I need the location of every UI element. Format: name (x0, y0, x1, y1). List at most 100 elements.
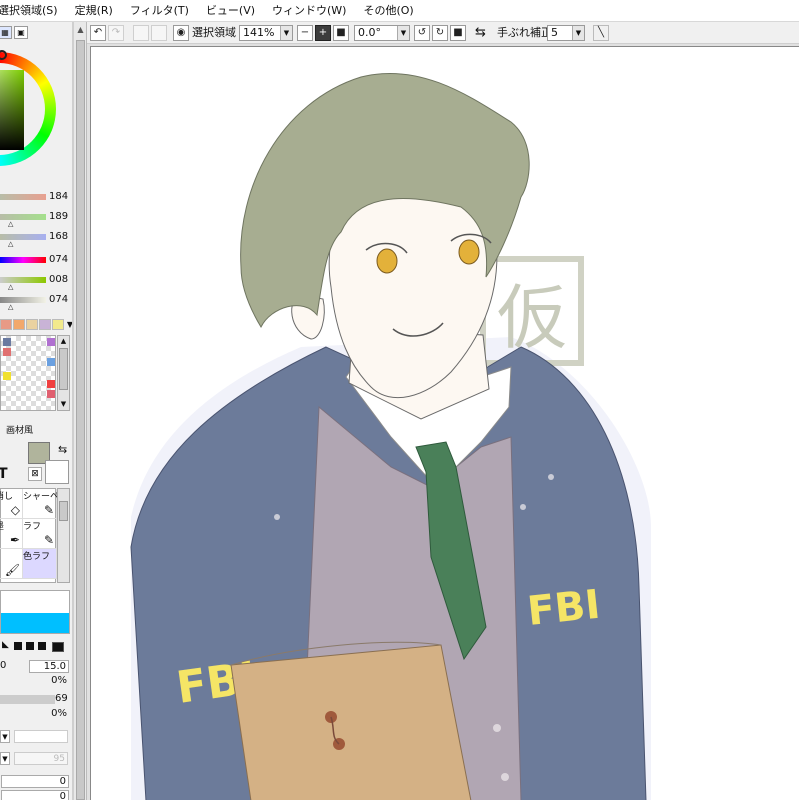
menu-window[interactable]: ウィンドウ(W) (263, 0, 354, 22)
brush-ink[interactable]: 墨 ✒ (0, 519, 23, 549)
zoom-out-icon[interactable]: − (297, 25, 313, 41)
scroll-up-icon[interactable]: ▲ (76, 25, 85, 35)
redo-icon[interactable]: ↷ (108, 25, 124, 41)
rotate-ccw-icon[interactable]: ↺ (414, 25, 430, 41)
watermark-char: 仮 (497, 277, 567, 359)
invert-selection-icon[interactable] (151, 25, 167, 41)
brush-size-row: 0 15.0 (0, 660, 72, 674)
green-value: 189 (49, 211, 69, 222)
dropdown-icon[interactable]: ▼ (0, 752, 10, 765)
palette-cell[interactable] (3, 338, 11, 346)
zoom-in-icon[interactable]: + (315, 25, 331, 41)
rotation-select[interactable]: 0.0° ▼ (354, 25, 410, 41)
jacket-text-right: FBI (525, 582, 602, 635)
extra-field-1[interactable]: 0 (1, 775, 69, 788)
palette-cell[interactable] (47, 390, 55, 398)
color-palette-grid[interactable] (0, 335, 56, 411)
color-wheel-mode-button[interactable]: ▦ (0, 26, 12, 39)
brush-label: 消し (0, 492, 14, 502)
chevron-down-icon: ▼ (572, 26, 584, 40)
brush-shape-icon[interactable] (14, 642, 22, 650)
swatch[interactable] (12, 319, 25, 330)
stabilizer-value: 5 (551, 26, 558, 39)
brush-shape-icon[interactable] (52, 642, 64, 652)
palette-cell[interactable] (47, 338, 55, 346)
brush-color-rough[interactable]: 色ラフ (23, 549, 57, 579)
swatch[interactable] (51, 319, 64, 330)
value-slider[interactable]: △ 074 (0, 293, 72, 313)
canvas[interactable]: 仮 FBI FBI (90, 46, 799, 800)
palette-cell[interactable] (47, 358, 55, 366)
brush-shape-icon[interactable] (26, 642, 34, 650)
dropdown-icon[interactable]: ▼ (0, 730, 10, 743)
palette-cell[interactable] (3, 348, 11, 356)
extra-row-2: 0 (0, 790, 72, 800)
palette-cell[interactable] (3, 372, 11, 380)
jacket-button (274, 514, 280, 520)
undo-icon[interactable]: ↶ (90, 25, 106, 41)
scroll-up-icon[interactable]: ▲ (59, 337, 68, 346)
texture-tab-row: 画材風 (0, 421, 72, 436)
brush-list-scrollbar[interactable] (57, 488, 70, 583)
menu-ruler[interactable]: 定規(R) (66, 0, 121, 22)
texture-strength-field[interactable]: 0% (29, 708, 69, 721)
transparent-color-button[interactable]: ⊠ (28, 467, 42, 481)
green-slider[interactable]: △ 189 (0, 210, 72, 230)
swap-colors-icon[interactable]: ⇆ (58, 443, 67, 456)
brush-mechanical-pencil[interactable]: シャーペン ✎ (23, 489, 68, 519)
ink-pen-icon: ✒ (9, 533, 20, 547)
text-tool-icon[interactable]: T (0, 466, 8, 482)
palette-scrollbar[interactable]: ▲ ▼ (57, 335, 70, 411)
brush-slot[interactable]: 🖌 (0, 549, 23, 579)
extra-field-2[interactable]: 0 (1, 790, 69, 800)
swatch[interactable] (25, 319, 38, 330)
pencil-icon: ✎ (43, 503, 54, 517)
texture-tab-label[interactable]: 画材風 (6, 423, 33, 436)
background-color[interactable] (45, 460, 69, 484)
brush-icon: 🖌 (4, 563, 20, 577)
brush-size-field[interactable]: 15.0 (29, 660, 69, 673)
palette-cell[interactable] (47, 380, 55, 388)
min-size-field[interactable]: 0% (29, 675, 69, 688)
saturation-slider[interactable]: △ 008 (0, 273, 72, 293)
swatch[interactable] (38, 319, 51, 330)
brush-eraser[interactable]: 消し ◇ (0, 489, 23, 519)
eye-icon[interactable]: ◉ (173, 25, 189, 41)
deselect-icon[interactable] (133, 25, 149, 41)
straight-line-icon[interactable]: ╲ (593, 25, 609, 41)
density-row: 69 (0, 693, 72, 707)
hue-slider[interactable]: 074 (0, 253, 72, 273)
blending-field[interactable]: 95 (14, 752, 68, 765)
brush-shape-icon[interactable]: ◣ (2, 640, 9, 650)
left-panel-scrollbar[interactable]: ▲ (73, 22, 87, 800)
top-toolbar: ↶ ↷ ◉ 選択領域 141% ▼ − + ■ 0.0° ▼ ↺ ↻ ■ ⇆ 手… (87, 22, 799, 44)
density-field[interactable]: 69 (55, 693, 69, 706)
brush-shape-icon[interactable] (38, 642, 46, 650)
texture-select[interactable] (14, 730, 68, 743)
rotation-reset-icon[interactable]: ■ (450, 25, 466, 41)
vest-button (501, 773, 509, 781)
zoom-reset-icon[interactable]: ■ (333, 25, 349, 41)
saturation-value-square[interactable] (0, 70, 24, 150)
flip-horizontal-icon[interactable]: ⇆ (475, 25, 486, 41)
menu-selection[interactable]: 選択領域(S) (0, 0, 66, 22)
menu-filter[interactable]: フィルタ(T) (121, 0, 197, 22)
menu-other[interactable]: その他(O) (354, 0, 421, 22)
stabilizer-select[interactable]: 5 ▼ (547, 25, 585, 41)
palette-mode-button[interactable]: ▣ (14, 26, 28, 39)
red-slider[interactable]: 184 (0, 190, 72, 210)
zoom-select[interactable]: 141% ▼ (239, 25, 293, 41)
menu-view[interactable]: ビュー(V) (197, 0, 263, 22)
density-bar[interactable] (0, 695, 55, 704)
brush-rough[interactable]: ラフ ✎ (23, 519, 57, 549)
swatch[interactable] (0, 319, 12, 330)
extra-row-1: 0 (0, 775, 72, 789)
value-marker-icon: △ (8, 303, 14, 311)
texture-strength-row: 0% (0, 708, 72, 722)
saturation-value: 008 (49, 274, 69, 285)
rotate-cw-icon[interactable]: ↻ (432, 25, 448, 41)
pencil-icon: ✎ (43, 533, 54, 547)
scroll-down-icon[interactable]: ▼ (59, 400, 68, 409)
blue-slider[interactable]: △ 168 (0, 230, 72, 250)
rotation-value: 0.0° (358, 26, 381, 39)
